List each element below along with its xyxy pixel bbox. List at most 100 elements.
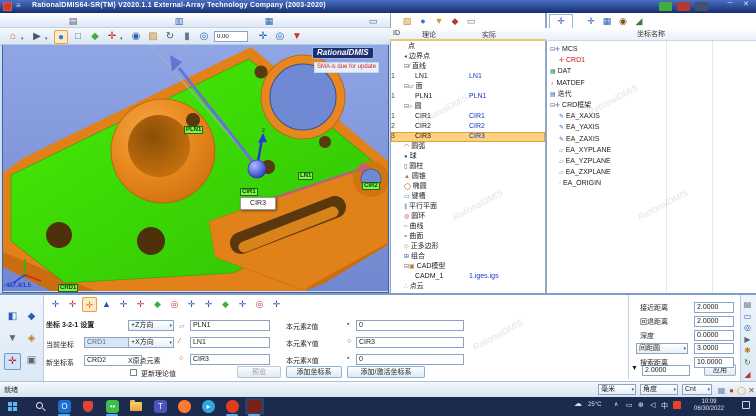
- tray-chevron-icon[interactable]: ∧: [614, 401, 618, 408]
- feature-row[interactable]: 1 CIR1CIR1: [391, 112, 545, 122]
- viewport-3d[interactable]: [2, 45, 389, 293]
- cad-model-icon[interactable]: ◆: [88, 30, 102, 44]
- home-icon-caret[interactable]: ▾: [21, 36, 24, 42]
- update-theoretical-checkbox[interactable]: [130, 369, 137, 376]
- coord-module-icon[interactable]: ✛: [4, 353, 21, 370]
- rationaldmis-taskbar-icon[interactable]: [248, 400, 261, 413]
- feature-row[interactable]: ~ 曲线: [391, 222, 545, 232]
- x-direction-select[interactable]: +X方向▾: [128, 337, 174, 348]
- palette-icon[interactable]: ▨: [400, 15, 414, 28]
- feature-row[interactable]: ◂ 边界点: [391, 52, 545, 62]
- coord-row[interactable]: ✎ EA_ZAXIS: [548, 134, 753, 145]
- probe-module-icon[interactable]: ▼: [4, 331, 21, 348]
- x-value-field[interactable]: 0: [356, 354, 464, 365]
- select-cursor-icon[interactable]: ▶: [30, 30, 44, 44]
- rotate-view-icon[interactable]: ↻: [163, 30, 177, 44]
- weather-icon[interactable]: ☁: [574, 399, 582, 408]
- z-element-field[interactable]: PLN1: [190, 320, 270, 331]
- qualify-icon[interactable]: ◈: [23, 331, 40, 348]
- machine-coord-icon[interactable]: ✛: [269, 297, 284, 312]
- translate-coord-icon[interactable]: ✛: [65, 297, 80, 312]
- coord-row[interactable]: ▦ DAT: [548, 66, 753, 77]
- line-label[interactable]: LN1: [298, 172, 313, 180]
- zoom-icon[interactable]: ◎: [742, 322, 753, 333]
- feature-row[interactable]: ◇ 正多边形: [391, 242, 545, 252]
- machine-connect-icon[interactable]: [695, 2, 708, 11]
- add-coord-icon[interactable]: ✛: [584, 15, 598, 28]
- param-field[interactable]: 3.0000: [694, 343, 734, 354]
- bestfit-coord-icon[interactable]: ▲: [99, 297, 114, 312]
- z-value-field[interactable]: 0: [356, 320, 464, 331]
- feature-row[interactable]: ∴ 点云: [391, 282, 545, 292]
- coord-row[interactable]: ▤ 迭代: [548, 89, 753, 100]
- circle1-label[interactable]: CIR1: [240, 188, 258, 196]
- count-select[interactable]: Cnt▾: [682, 384, 712, 395]
- offset-coord-icon[interactable]: ✛: [201, 297, 216, 312]
- wechat-icon[interactable]: ••: [106, 400, 119, 413]
- ime-indicator[interactable]: 中: [661, 401, 668, 411]
- feature-row[interactable]: · 点: [391, 42, 545, 52]
- outlook-icon[interactable]: O: [58, 400, 71, 413]
- cylinder-icon[interactable]: ▮: [180, 30, 194, 44]
- export-icon[interactable]: ◢: [632, 15, 646, 28]
- feature-row[interactable]: ⊟▱ 面: [391, 82, 545, 92]
- param-field[interactable]: 10.0000: [694, 357, 734, 368]
- printer-icon[interactable]: ▤: [742, 299, 753, 310]
- machine-icon[interactable]: ▣: [23, 353, 40, 370]
- coord-row[interactable]: ✛ CRD1: [548, 55, 753, 66]
- iterate-coord-icon[interactable]: ◎: [167, 297, 182, 312]
- select-cursor-icon-caret[interactable]: ▾: [45, 36, 48, 42]
- feature-row[interactable]: ⊞ 组合: [391, 252, 545, 262]
- display-tray-icon[interactable]: ▭: [626, 401, 633, 409]
- circle-coord-icon[interactable]: ◎: [252, 297, 267, 312]
- feature-row[interactable]: ◠ 圆弧: [391, 142, 545, 152]
- probe-angle-icon[interactable]: ▼: [290, 30, 304, 44]
- feature-row[interactable]: ▯ 圆柱: [391, 162, 545, 172]
- start-button[interactable]: [8, 402, 12, 406]
- table-icon[interactable]: ▦: [600, 15, 614, 28]
- coord-row[interactable]: ✎ EA_XAXIS: [548, 111, 753, 122]
- preview-button[interactable]: 预览: [237, 366, 281, 378]
- collapse-icon[interactable]: ◢: [742, 369, 753, 380]
- align-crosshair-icon[interactable]: ✛: [256, 30, 270, 44]
- teams-icon[interactable]: T: [154, 400, 167, 413]
- feature-row[interactable]: ⊟⁄ 直线: [391, 62, 545, 72]
- coord-axis-icon-caret[interactable]: ▾: [120, 36, 123, 42]
- unit-select[interactable]: 毫米▾: [598, 384, 636, 395]
- cad-coord-icon[interactable]: ◆: [150, 297, 165, 312]
- mute-tray-icon[interactable]: ◁: [650, 401, 655, 409]
- feature-row[interactable]: ∥ 平行平面: [391, 202, 545, 212]
- refresh-icon[interactable]: ↻: [742, 357, 753, 368]
- feature-row[interactable]: ⊟○ 圆: [391, 102, 545, 112]
- fixture-icon[interactable]: ◆: [23, 309, 40, 326]
- feature-row[interactable]: ◎ 圆环: [391, 212, 545, 222]
- coord-321-icon[interactable]: ✛: [82, 297, 97, 312]
- probe-sphere-icon[interactable]: ●: [54, 30, 68, 44]
- menu-icon[interactable]: ≡: [16, 1, 21, 10]
- feature-row[interactable]: 1 PLN1PLN1: [391, 92, 545, 102]
- param-field[interactable]: 0.0000: [694, 330, 734, 341]
- display-icon[interactable]: ▭: [742, 311, 753, 322]
- rotate-coord-icon[interactable]: ✛: [184, 297, 199, 312]
- marquee-select-icon[interactable]: □: [71, 30, 85, 44]
- screen-icon[interactable]: ▭: [366, 15, 380, 27]
- filter-icon[interactable]: ▼: [432, 15, 446, 28]
- add-coord-button[interactable]: 添加坐标系: [286, 366, 342, 378]
- feature-row[interactable]: 2 CIR2CIR2: [391, 122, 545, 132]
- sphere-icon[interactable]: ●: [416, 15, 430, 28]
- coord-systems-tab[interactable]: ✛: [549, 14, 573, 28]
- search-button[interactable]: [36, 402, 43, 409]
- feature-row[interactable]: ◯ 椭圆: [391, 182, 545, 192]
- minimize-button[interactable]: ─: [724, 0, 736, 11]
- col-theoretical[interactable]: 理论: [422, 30, 436, 40]
- cad-status-icon[interactable]: [659, 2, 672, 11]
- report-icon[interactable]: ▥: [172, 15, 186, 27]
- add-activate-coord-button[interactable]: 添加/激活坐标系: [347, 366, 425, 378]
- axis-coord-icon[interactable]: ✛: [116, 297, 131, 312]
- coord-row[interactable]: ✎ EA_YAXIS: [548, 122, 753, 133]
- clock-tray[interactable]: 10:09 06/30/2022: [688, 399, 730, 412]
- telegram-icon[interactable]: ▸: [202, 400, 215, 413]
- model-align-icon[interactable]: ◆: [218, 297, 233, 312]
- close-task-icon[interactable]: ✕: [746, 385, 756, 396]
- notifications-icon[interactable]: [742, 401, 750, 409]
